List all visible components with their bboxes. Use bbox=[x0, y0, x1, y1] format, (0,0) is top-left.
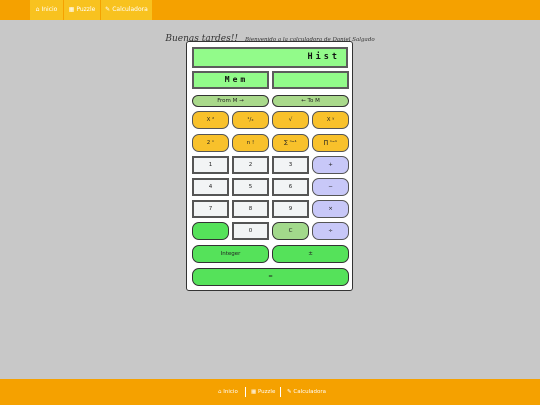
nav-puzzle[interactable]: ▦ Puzzle bbox=[64, 0, 100, 20]
clear-button[interactable]: C bbox=[272, 222, 309, 240]
calculator: Hist Mem From M → ← To M X ² ¹/ₓ √ X ʸ 2… bbox=[186, 41, 353, 291]
digit-8-button[interactable]: 8 bbox=[232, 200, 269, 218]
nav-inicio-label: Inicio bbox=[41, 6, 58, 13]
pencil-icon: ✎ bbox=[105, 6, 111, 13]
dot-button[interactable] bbox=[192, 222, 229, 240]
grid-icon: ▦ bbox=[251, 389, 257, 395]
history-display: Hist bbox=[192, 47, 348, 68]
nav-calculadora[interactable]: ✎ Calculadora bbox=[101, 0, 152, 20]
multiply-button[interactable]: × bbox=[312, 200, 349, 218]
footer-puzzle-label: Puzzle bbox=[257, 389, 276, 395]
digit-2-button[interactable]: 2 bbox=[232, 156, 269, 174]
digit-1-button[interactable]: 1 bbox=[192, 156, 229, 174]
summation-button[interactable]: ∑ ⁿ⁼¹ bbox=[272, 134, 309, 152]
footer-calculadora[interactable]: ✎ Calculadora bbox=[287, 379, 326, 405]
to-memory-button[interactable]: ← To M bbox=[272, 95, 349, 107]
from-memory-button[interactable]: From M → bbox=[192, 95, 269, 107]
grid-icon: ▦ bbox=[68, 6, 75, 13]
digit-7-button[interactable]: 7 bbox=[192, 200, 229, 218]
footer-calculadora-label: Calculadora bbox=[293, 389, 326, 395]
pencil-icon: ✎ bbox=[287, 389, 292, 395]
top-navbar: ⌂ Inicio ▦ Puzzle ✎ Calculadora bbox=[0, 0, 540, 20]
memory-display: Mem bbox=[192, 71, 269, 89]
power-button[interactable]: X ʸ bbox=[312, 111, 349, 129]
footer: ⌂ Inicio ▦ Puzzle ✎ Calculadora bbox=[0, 379, 540, 405]
plus-button[interactable]: + bbox=[312, 156, 349, 174]
factorial-button[interactable]: n ! bbox=[232, 134, 269, 152]
footer-divider bbox=[245, 387, 246, 397]
power-of-two-button[interactable]: 2 ⁿ bbox=[192, 134, 229, 152]
digit-6-button[interactable]: 6 bbox=[272, 178, 309, 196]
nav-calculadora-label: Calculadora bbox=[112, 6, 148, 13]
digit-0-button[interactable]: 0 bbox=[232, 222, 269, 240]
sign-button[interactable]: ± bbox=[272, 245, 349, 263]
product-button[interactable]: ∏ ⁿ⁼¹ bbox=[312, 134, 349, 152]
footer-inicio-label: Inicio bbox=[223, 389, 238, 395]
home-icon: ⌂ bbox=[35, 6, 40, 13]
digit-3-button[interactable]: 3 bbox=[272, 156, 309, 174]
digit-5-button[interactable]: 5 bbox=[232, 178, 269, 196]
square-button[interactable]: X ² bbox=[192, 111, 229, 129]
divide-button[interactable]: ÷ bbox=[312, 222, 349, 240]
result-display bbox=[272, 71, 349, 89]
nav-inicio[interactable]: ⌂ Inicio bbox=[30, 0, 63, 20]
footer-puzzle[interactable]: ▦ Puzzle bbox=[251, 379, 275, 405]
digit-9-button[interactable]: 9 bbox=[272, 200, 309, 218]
reciprocal-button[interactable]: ¹/ₓ bbox=[232, 111, 269, 129]
home-icon: ⌂ bbox=[218, 389, 222, 395]
minus-button[interactable]: − bbox=[312, 178, 349, 196]
integer-button[interactable]: Integer bbox=[192, 245, 269, 263]
footer-divider bbox=[280, 387, 281, 397]
digit-4-button[interactable]: 4 bbox=[192, 178, 229, 196]
nav-puzzle-label: Puzzle bbox=[76, 6, 96, 13]
equals-button[interactable]: = bbox=[192, 268, 349, 286]
sqrt-button[interactable]: √ bbox=[272, 111, 309, 129]
footer-inicio[interactable]: ⌂ Inicio bbox=[218, 379, 238, 405]
